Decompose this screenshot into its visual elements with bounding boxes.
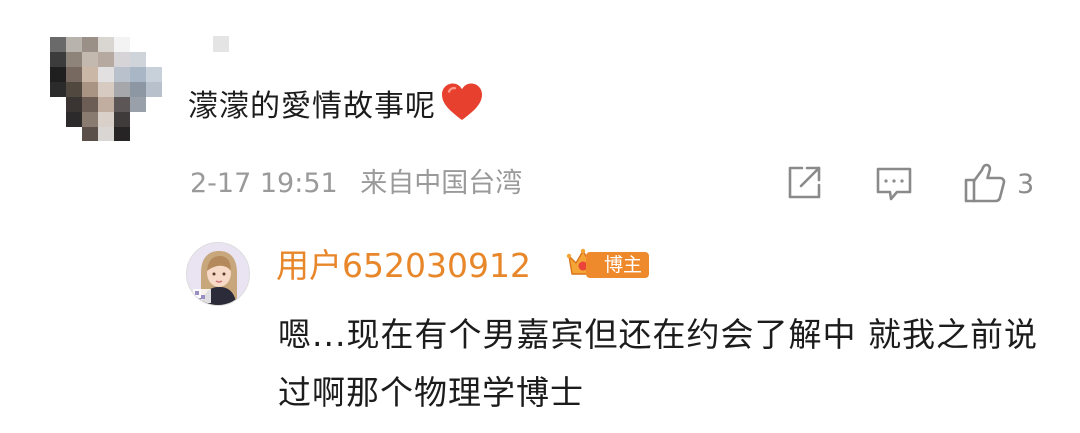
thumbs-up-icon — [963, 162, 1007, 208]
share-button[interactable] — [785, 164, 823, 206]
comment-icon — [874, 164, 914, 208]
heart-icon — [440, 82, 484, 135]
username-redacted[interactable] — [213, 36, 229, 52]
comment-text: 濛濛的愛情故事呢 — [188, 82, 484, 135]
avatar[interactable] — [50, 37, 162, 141]
like-button[interactable]: 3 — [963, 162, 1034, 208]
reply-button[interactable] — [874, 164, 914, 208]
like-count: 3 — [1017, 169, 1035, 200]
reply-text: 嗯...现在有个男嘉宾但还在约会了解中 就我之前说过啊那个物理学博士 — [278, 315, 1038, 412]
badge-label: 博主 — [586, 252, 650, 278]
blogger-badge: 博主 — [566, 248, 650, 282]
comment-body: 濛濛的愛情故事呢 — [188, 89, 436, 124]
share-icon — [785, 164, 823, 206]
comment-actions: 3 — [0, 162, 1080, 206]
reply-username[interactable]: 用户652030912 — [276, 244, 531, 288]
blogger-avatar[interactable] — [186, 242, 250, 306]
